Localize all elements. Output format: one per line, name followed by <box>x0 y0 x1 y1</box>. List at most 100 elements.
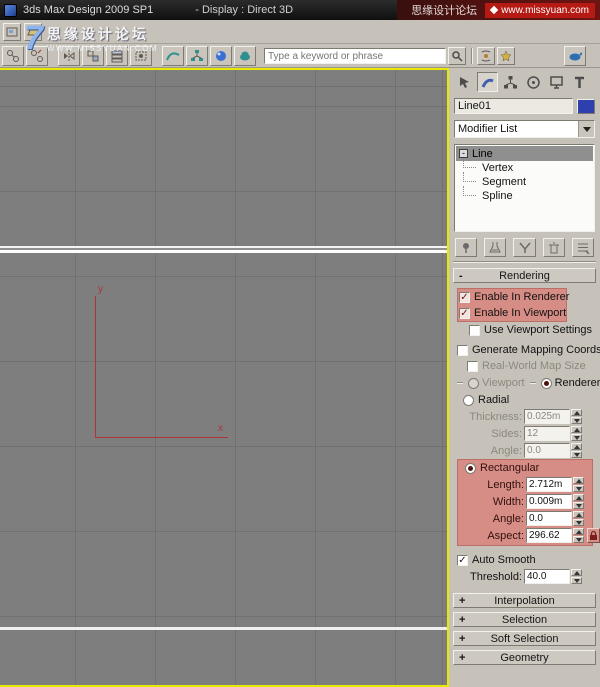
angle-rect-spinner[interactable] <box>573 511 584 526</box>
angle-radial-field[interactable]: 0.0 <box>524 443 570 458</box>
perspective-viewport[interactable]: y x <box>0 68 449 687</box>
real-world-map-checkbox[interactable] <box>467 360 478 372</box>
curve-editor-icon[interactable] <box>162 46 184 66</box>
aspect-row: Aspect: 296.62 <box>457 527 600 544</box>
rollout-geometry[interactable]: + Geometry <box>453 650 596 665</box>
tab-hierarchy[interactable] <box>500 72 521 92</box>
width-spinner[interactable] <box>573 494 584 509</box>
dropdown-arrow-icon[interactable] <box>578 121 594 137</box>
angle-radial-label: Angle: <box>490 444 522 457</box>
favorites-star-icon[interactable] <box>497 47 515 65</box>
select-and-link-icon[interactable] <box>2 46 24 66</box>
tab-create[interactable] <box>454 72 475 92</box>
sides-spinner[interactable] <box>571 426 582 441</box>
radial-radio-row[interactable]: Radial <box>455 392 598 408</box>
tab-display[interactable] <box>546 72 567 92</box>
enable-in-renderer-checkbox[interactable]: ✓ <box>459 291 470 303</box>
generate-mapping-row[interactable]: Generate Mapping Coords. <box>455 342 600 358</box>
stack-item-spline[interactable]: Spline <box>456 186 593 203</box>
threshold-row: Threshold: 40.0 <box>455 568 598 585</box>
use-viewport-settings-checkbox[interactable] <box>469 324 480 336</box>
object-name-field[interactable] <box>454 98 573 114</box>
show-end-result-icon[interactable] <box>484 238 507 257</box>
rollout-soft-selection[interactable]: + Soft Selection <box>453 631 596 646</box>
width-label: Width: <box>492 495 524 508</box>
width-row: Width: 0.009m <box>457 493 593 510</box>
configure-modifier-sets-icon[interactable] <box>571 238 595 257</box>
length-field[interactable]: 2.712m <box>526 477 572 492</box>
remove-modifier-icon[interactable] <box>542 238 565 257</box>
open-icon[interactable] <box>24 22 42 41</box>
x-axis-label: x <box>218 423 223 434</box>
auto-smooth-checkbox[interactable]: ✓ <box>457 554 468 566</box>
renderer-radio[interactable] <box>540 377 552 389</box>
named-selection-icon[interactable] <box>130 46 152 66</box>
enable-in-viewport-checkbox[interactable]: ✓ <box>459 307 470 319</box>
aspect-spinner[interactable] <box>573 528 584 543</box>
unlink-selection-icon[interactable] <box>26 46 48 66</box>
stack-item-line[interactable]: - Line <box>456 146 593 161</box>
search-input[interactable] <box>264 48 446 64</box>
tab-utilities[interactable] <box>569 72 590 92</box>
communication-center-icon[interactable] <box>477 47 495 65</box>
stack-item-vertex[interactable]: Vertex <box>456 158 593 175</box>
mirror-icon[interactable] <box>58 46 80 66</box>
rollout-expand-glyph: + <box>459 633 466 645</box>
radial-radio[interactable] <box>463 394 474 406</box>
rendering-rollout-body: ✓ Enable In Renderer ✓ Enable In Viewpor… <box>451 286 600 589</box>
rollout-selection[interactable]: + Selection <box>453 612 596 627</box>
thickness-field[interactable]: 0.025m <box>524 409 570 424</box>
schematic-view-icon[interactable] <box>186 46 208 66</box>
enable-in-viewport-row[interactable]: ✓ Enable In Viewport <box>457 305 567 321</box>
length-spinner[interactable] <box>573 477 584 492</box>
object-name-row <box>454 98 595 114</box>
angle-rect-row: Angle: 0.0 <box>457 510 593 527</box>
generate-mapping-checkbox[interactable] <box>457 344 468 356</box>
layer-manager-icon[interactable] <box>106 46 128 66</box>
rectangular-radio-label: Rectangular <box>480 462 540 474</box>
aspect-field[interactable]: 296.62 <box>526 528 572 543</box>
aspect-lock-icon[interactable] <box>587 528 600 543</box>
collapse-icon[interactable]: - <box>459 149 468 158</box>
y-axis-label: y <box>98 284 103 295</box>
rollout-expand-glyph: + <box>459 595 466 607</box>
width-field[interactable]: 0.009m <box>526 494 572 509</box>
sides-label: Sides: <box>491 427 522 440</box>
align-icon[interactable] <box>82 46 104 66</box>
make-unique-icon[interactable] <box>513 238 536 257</box>
auto-smooth-row[interactable]: ✓ Auto Smooth <box>455 552 598 568</box>
spline-object-bottom[interactable] <box>0 627 447 630</box>
search-button[interactable] <box>448 47 466 65</box>
pin-stack-icon[interactable] <box>455 238 478 257</box>
thickness-spinner[interactable] <box>571 409 582 424</box>
quick-render-icon[interactable] <box>564 46 586 66</box>
enable-in-renderer-row[interactable]: ✓ Enable In Renderer <box>457 289 569 305</box>
modifier-list-dropdown[interactable]: Modifier List <box>454 120 595 138</box>
scene-icon[interactable] <box>3 22 21 41</box>
material-editor-icon[interactable] <box>210 46 232 66</box>
modifier-stack[interactable]: - Line Vertex Segment Spline <box>454 144 595 232</box>
generate-mapping-label: Generate Mapping Coords. <box>472 344 600 356</box>
spline-object-top[interactable] <box>0 246 447 253</box>
use-viewport-settings-label: Use Viewport Settings <box>484 324 593 336</box>
rectangular-radio[interactable] <box>465 462 476 474</box>
real-world-map-row[interactable]: Real-World Map Size <box>455 358 598 374</box>
sides-field[interactable]: 12 <box>524 426 570 441</box>
render-setup-icon[interactable] <box>234 46 256 66</box>
tab-modify[interactable] <box>477 72 498 92</box>
viewport-radio[interactable] <box>468 377 479 389</box>
rollout-rendering[interactable]: - Rendering <box>453 268 596 283</box>
use-viewport-settings-row[interactable]: Use Viewport Settings <box>455 322 598 338</box>
angle-radial-spinner[interactable] <box>571 443 582 458</box>
command-panel-tabs <box>454 72 598 92</box>
stack-item-segment[interactable]: Segment <box>456 172 593 189</box>
rectangular-radio-row[interactable]: Rectangular <box>457 460 593 476</box>
threshold-label: Threshold: <box>470 570 522 583</box>
threshold-spinner[interactable] <box>571 569 582 584</box>
threshold-field[interactable]: 40.0 <box>524 569 570 584</box>
object-color-swatch[interactable] <box>577 98 595 114</box>
angle-rect-field[interactable]: 0.0 <box>526 511 572 526</box>
tab-motion[interactable] <box>523 72 544 92</box>
rollout-interpolation[interactable]: + Interpolation <box>453 593 596 608</box>
display-mode-label: - Display : Direct 3D <box>195 4 294 16</box>
